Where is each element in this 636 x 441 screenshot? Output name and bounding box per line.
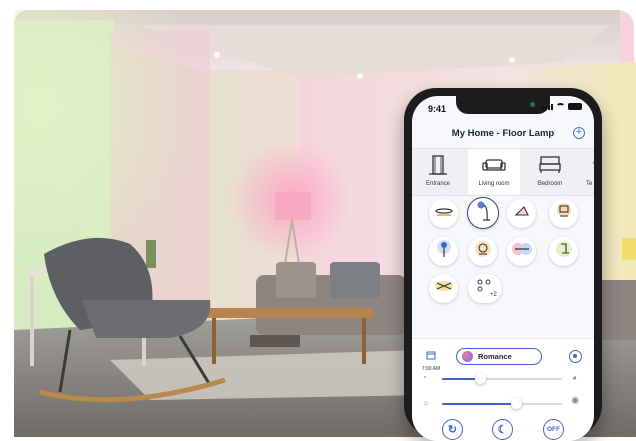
plus-circle-icon: +	[575, 126, 583, 138]
temperature-knob[interactable]	[474, 373, 486, 384]
signal-icon	[542, 104, 553, 110]
table-lamp-icon	[555, 202, 573, 225]
moon-icon: ☾	[497, 424, 508, 436]
scene-selector[interactable]: Romance	[456, 348, 542, 365]
spot-light-icon	[434, 279, 454, 298]
tab-bedroom[interactable]: Bedroom	[524, 149, 576, 195]
warm-light-icon: ◔	[422, 373, 427, 382]
ceiling-light-button[interactable]	[429, 199, 458, 228]
desk-lamp-button[interactable]	[549, 237, 578, 266]
wifi-icon	[556, 103, 565, 110]
desk-lamp-icon	[555, 240, 573, 263]
tab-living-room[interactable]: Living room	[468, 149, 520, 195]
add-device-button[interactable]: +	[573, 127, 585, 139]
tab-te[interactable]: Te	[574, 149, 594, 195]
status-icons	[542, 103, 582, 110]
strip-light-button[interactable]	[507, 237, 536, 266]
room-tabs: Entrance Living room Bedroom Te	[412, 148, 594, 196]
lamp-group-button[interactable]: +2	[468, 274, 502, 303]
status-bar: 9:41	[412, 96, 594, 120]
round-lamp-icon	[474, 240, 492, 263]
lamp-grid: +2	[412, 196, 594, 336]
schedule-time: 7:00 AM	[421, 366, 441, 372]
brightness-fill	[442, 403, 517, 405]
dim-icon: ☼	[422, 398, 430, 407]
group-more-count: +2	[490, 292, 497, 298]
bulb-icon	[435, 239, 453, 264]
bright-icon: ✺	[571, 396, 580, 407]
triangle-lamp-button[interactable]	[507, 199, 536, 228]
scene-icon	[462, 351, 473, 362]
page-title: My Home - Floor Lamp	[451, 128, 555, 139]
off-label: OFF	[547, 426, 560, 433]
brightness-slider[interactable]	[442, 398, 562, 409]
tab-te-label: Te	[586, 181, 593, 187]
tab-entrance-label: Entrance	[425, 181, 450, 187]
app-header: My Home - Floor Lamp +	[412, 124, 594, 146]
door-icon	[412, 154, 464, 176]
floor-lamp-icon	[475, 200, 491, 227]
smartphone: 9:41 My Home - Floor Lamp + Entrance Liv…	[404, 88, 602, 441]
bulb-button[interactable]	[429, 237, 458, 266]
triangle-lamp-icon	[513, 204, 531, 223]
ceiling-light-icon	[434, 205, 453, 223]
status-time: 9:41	[428, 104, 447, 114]
scene-label: Romance	[478, 352, 512, 361]
calendar-icon	[426, 351, 436, 360]
bed-icon	[524, 154, 576, 176]
tab-bedroom-label: Bedroom	[537, 181, 563, 187]
app-screen: 9:41 My Home - Floor Lamp + Entrance Liv…	[412, 96, 594, 441]
spot-light-button[interactable]	[429, 274, 458, 303]
control-panel: 7:00 AM Romance ◔ ◕ ☼ ✺ ↻ ☾ OFF	[412, 338, 594, 441]
sofa-icon	[468, 154, 520, 176]
color-temperature-slider[interactable]	[442, 373, 562, 384]
floor-lamp-button[interactable]	[467, 197, 499, 229]
round-lamp-button[interactable]	[468, 237, 497, 266]
tab-entrance[interactable]: Entrance	[412, 149, 464, 195]
table-lamp-button[interactable]	[549, 199, 578, 228]
strip-light-icon	[511, 240, 532, 263]
cool-light-icon: ◕	[572, 373, 577, 382]
cycle-icon: ↻	[447, 424, 458, 436]
target-icon[interactable]	[569, 350, 582, 363]
battery-icon	[568, 103, 582, 110]
brightness-knob[interactable]	[510, 398, 522, 409]
schedule-button[interactable]: 7:00 AM	[420, 347, 442, 372]
lamp-icon	[574, 154, 594, 176]
tab-living-room-label: Living room	[478, 181, 510, 187]
